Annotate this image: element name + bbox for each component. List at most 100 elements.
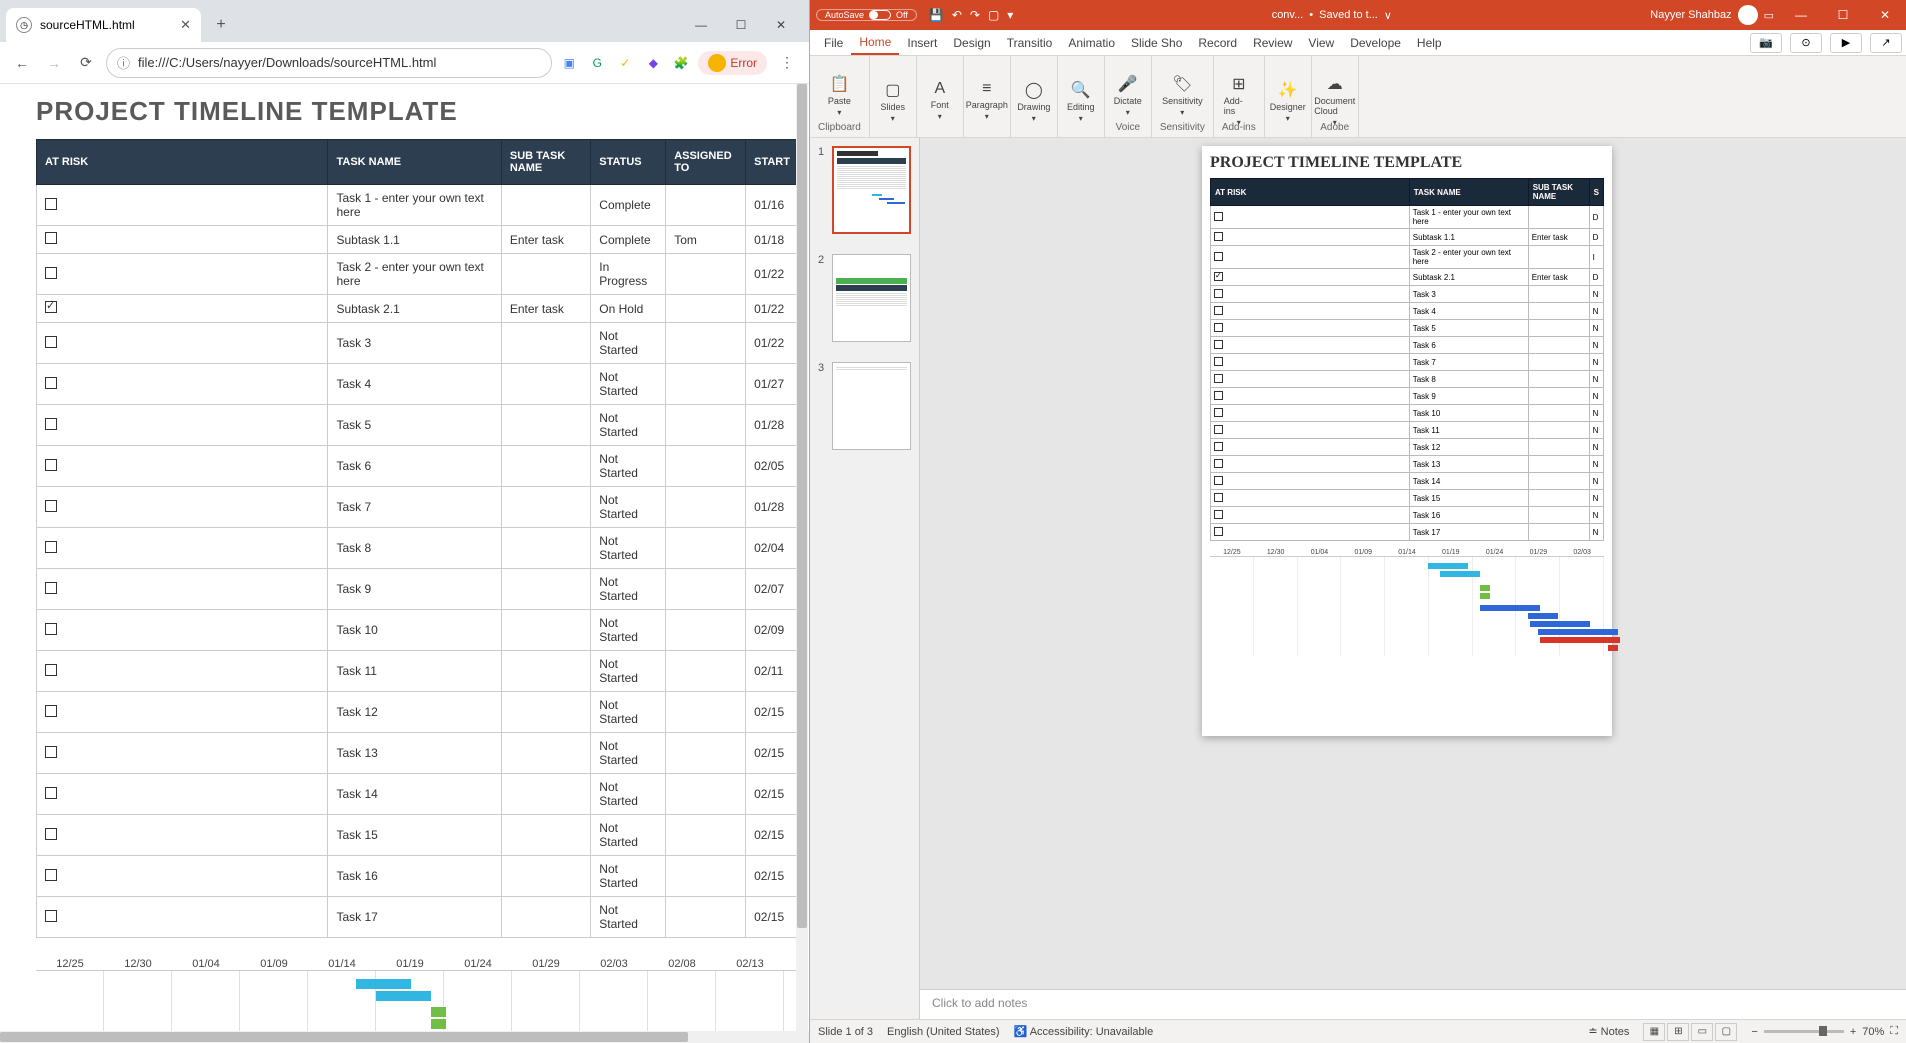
- risk-checkbox[interactable]: [1214, 459, 1223, 468]
- risk-checkbox[interactable]: [1214, 408, 1223, 417]
- risk-checkbox[interactable]: [1214, 340, 1223, 349]
- risk-checkbox[interactable]: [45, 198, 57, 210]
- extension-icon[interactable]: ✓: [616, 54, 634, 72]
- horizontal-scrollbar[interactable]: [0, 1031, 809, 1043]
- slide-thumbnail[interactable]: 1: [818, 146, 911, 234]
- risk-checkbox[interactable]: [45, 377, 57, 389]
- risk-checkbox[interactable]: [1214, 374, 1223, 383]
- risk-checkbox[interactable]: [1214, 442, 1223, 451]
- ribbon-paste-button[interactable]: 📋Paste▾: [824, 74, 854, 108]
- zoom-out-icon[interactable]: −: [1751, 1026, 1757, 1038]
- risk-checkbox[interactable]: [45, 828, 57, 840]
- slide-thumbnail[interactable]: 3: [818, 362, 911, 450]
- risk-checkbox[interactable]: [1214, 272, 1223, 281]
- ribbon-tab-home[interactable]: Home: [851, 30, 899, 55]
- risk-checkbox[interactable]: [1214, 510, 1223, 519]
- slide-thumbnail-panel[interactable]: 1 2: [810, 138, 920, 1019]
- risk-checkbox[interactable]: [45, 582, 57, 594]
- extension-icon[interactable]: G: [588, 54, 606, 72]
- ribbon-font-button[interactable]: AFont▾: [925, 80, 955, 114]
- ribbon-dictate-button[interactable]: 🎤Dictate▾: [1113, 74, 1143, 108]
- ribbon-tab-insert[interactable]: Insert: [899, 30, 945, 55]
- ribbon-document-cloud-button[interactable]: ☁Document Cloud▾: [1320, 74, 1350, 108]
- document-name[interactable]: conv... • Saved to t... ∨: [1019, 9, 1644, 22]
- risk-checkbox[interactable]: [45, 746, 57, 758]
- risk-checkbox[interactable]: [1214, 493, 1223, 502]
- risk-checkbox[interactable]: [45, 787, 57, 799]
- risk-checkbox[interactable]: [45, 336, 57, 348]
- share-button[interactable]: ↗: [1870, 33, 1902, 53]
- close-window-button[interactable]: ✕: [767, 11, 795, 39]
- ribbon-tab-develope[interactable]: Develope: [1342, 30, 1409, 55]
- zoom-control[interactable]: − + 70% ⛶: [1751, 1025, 1898, 1038]
- slide-counter[interactable]: Slide 1 of 3: [818, 1026, 873, 1038]
- risk-checkbox[interactable]: [45, 459, 57, 471]
- ribbon-designer-button[interactable]: ✨Designer▾: [1273, 80, 1303, 114]
- risk-checkbox[interactable]: [1214, 476, 1223, 485]
- ribbon-tab-help[interactable]: Help: [1409, 30, 1450, 55]
- ribbon-paragraph-button[interactable]: ≡Paragraph▾: [972, 80, 1002, 114]
- risk-checkbox[interactable]: [45, 541, 57, 553]
- reading-view-button[interactable]: ▭: [1691, 1023, 1713, 1041]
- ribbon-tab-record[interactable]: Record: [1190, 30, 1245, 55]
- profile-error-badge[interactable]: Error: [698, 51, 767, 75]
- record-button[interactable]: ⊙: [1790, 33, 1822, 53]
- save-icon[interactable]: 💾: [929, 8, 944, 22]
- redo-icon[interactable]: ↷: [970, 8, 980, 22]
- slide-thumbnail[interactable]: 2: [818, 254, 911, 342]
- forward-button[interactable]: →: [42, 51, 66, 75]
- vertical-scrollbar[interactable]: [796, 84, 808, 1043]
- risk-checkbox[interactable]: [45, 500, 57, 512]
- ribbon-tab-view[interactable]: View: [1300, 30, 1342, 55]
- slide-canvas[interactable]: PROJECT TIMELINE TEMPLATE AT RISKTASK NA…: [920, 138, 1906, 989]
- extension-icon[interactable]: ▣: [560, 54, 578, 72]
- risk-checkbox[interactable]: [1214, 212, 1223, 221]
- qat-dropdown-icon[interactable]: ▾: [1007, 8, 1013, 22]
- user-info[interactable]: Nayyer Shahbaz ▭: [1644, 5, 1780, 25]
- ribbon-slides-button[interactable]: ▢Slides▾: [878, 80, 908, 114]
- camera-button[interactable]: 📷: [1750, 33, 1782, 53]
- risk-checkbox[interactable]: [45, 232, 57, 244]
- slideshow-view-button[interactable]: ▢: [1715, 1023, 1737, 1041]
- ribbon-tab-slide sho[interactable]: Slide Sho: [1123, 30, 1190, 55]
- risk-checkbox[interactable]: [1214, 306, 1223, 315]
- risk-checkbox[interactable]: [1214, 527, 1223, 536]
- ribbon-tab-file[interactable]: File: [816, 30, 851, 55]
- ribbon-drawing-button[interactable]: ◯Drawing▾: [1019, 80, 1049, 114]
- close-tab-icon[interactable]: ✕: [180, 17, 191, 33]
- slide[interactable]: PROJECT TIMELINE TEMPLATE AT RISKTASK NA…: [1202, 146, 1612, 736]
- ribbon-tab-transitio[interactable]: Transitio: [999, 30, 1061, 55]
- sorter-view-button[interactable]: ⊞: [1667, 1023, 1689, 1041]
- risk-checkbox[interactable]: [1214, 289, 1223, 298]
- risk-checkbox[interactable]: [45, 869, 57, 881]
- accessibility-status[interactable]: ♿ Accessibility: Unavailable: [1014, 1025, 1154, 1038]
- ribbon-tab-review[interactable]: Review: [1245, 30, 1300, 55]
- risk-checkbox[interactable]: [45, 267, 57, 279]
- notes-pane[interactable]: Click to add notes: [920, 989, 1906, 1019]
- risk-checkbox[interactable]: [45, 664, 57, 676]
- risk-checkbox[interactable]: [1214, 425, 1223, 434]
- ribbon-sensitivity-button[interactable]: 🏷Sensitivity▾: [1167, 74, 1197, 108]
- fit-to-window-button[interactable]: ⛶: [1890, 1025, 1898, 1038]
- close-button[interactable]: ✕: [1864, 0, 1906, 30]
- from-beginning-icon[interactable]: ▢: [988, 8, 999, 22]
- risk-checkbox[interactable]: [1214, 357, 1223, 366]
- maximize-button[interactable]: ☐: [1822, 0, 1864, 30]
- risk-checkbox[interactable]: [1214, 232, 1223, 241]
- normal-view-button[interactable]: ▦: [1643, 1023, 1665, 1041]
- ribbon-tab-design[interactable]: Design: [945, 30, 998, 55]
- extensions-button[interactable]: 🧩: [672, 54, 690, 72]
- undo-icon[interactable]: ↶: [952, 8, 962, 22]
- menu-button[interactable]: ⋮: [775, 51, 799, 75]
- ribbon-display-icon[interactable]: ▭: [1764, 9, 1774, 22]
- risk-checkbox[interactable]: [1214, 252, 1223, 261]
- risk-checkbox[interactable]: [1214, 323, 1223, 332]
- zoom-in-icon[interactable]: +: [1850, 1026, 1856, 1038]
- ribbon-editing-button[interactable]: 🔍Editing▾: [1066, 80, 1096, 114]
- browser-tab[interactable]: ◷ sourceHTML.html ✕: [6, 8, 201, 42]
- minimize-button[interactable]: —: [687, 11, 715, 39]
- new-tab-button[interactable]: +: [207, 11, 235, 39]
- maximize-button[interactable]: ☐: [727, 11, 755, 39]
- minimize-button[interactable]: —: [1780, 0, 1822, 30]
- address-bar[interactable]: ⓘ file:///C:/Users/nayyer/Downloads/sour…: [106, 48, 552, 78]
